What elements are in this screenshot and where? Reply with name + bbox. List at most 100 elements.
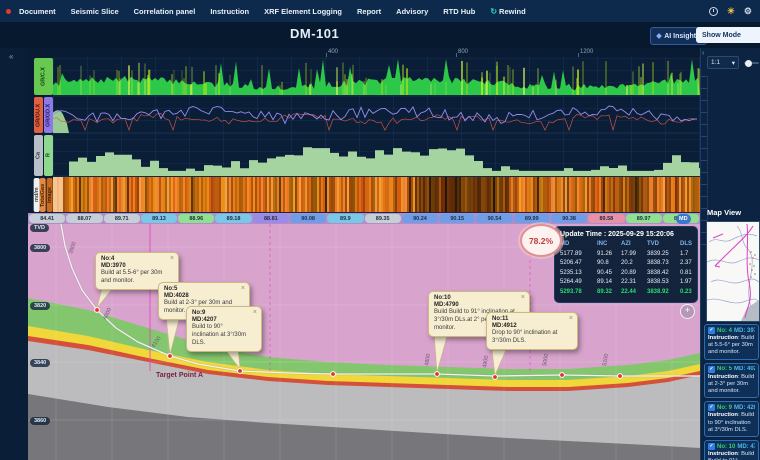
survey-update-panel: Update Time : 2025-09-29 15:20:06 MDINCA… [554,226,698,303]
title-bar: DM-101 AI Insights Show Mode [0,22,760,48]
ruler-tick: 400 [328,48,338,57]
survey-table-header: MDINCAZITVDDLS [560,240,692,250]
close-icon[interactable]: × [253,309,257,316]
track-plot-4 [53,177,700,213]
track-label-gr-gd-x[interactable]: GR/GD.X [44,97,53,133]
md-strip-value: 90.24 [402,214,438,223]
log-track-2: GR/GU.XGR/GD.X [28,96,700,134]
show-mode-button[interactable]: Show Mode [696,27,760,43]
tvd-tick-3860: 3860 [30,417,50,425]
log-track-3: CaR [28,134,700,177]
right-sidebar: ‹ 1:1 ▾ Map View ✓No: 4MD: 3 [700,48,760,460]
tvd-tick-3800: 3800 [30,244,50,252]
menu-icons: ☀ ⚙ [709,7,752,16]
left-rail: « [0,48,29,460]
instruction-card-no-5[interactable]: ✓No: 5MD: 4028Instruction: Build at 2-3°… [704,363,759,399]
survey-row: 5264.4989.1422.313838.531.97 [560,278,692,288]
checkbox-icon[interactable]: ✓ [708,443,715,450]
md-strip-value: 90.08 [290,214,326,223]
close-icon[interactable]: × [170,255,174,262]
menu-item-report[interactable]: Report [357,7,381,16]
zoom-in-button[interactable]: + [680,304,695,319]
tvd-tick-3840: 3840 [30,359,50,367]
ruler-tick: 1200 [580,48,593,57]
menu-item-xrf-element-logging[interactable]: XRF Element Logging [264,7,342,16]
contour-map [707,222,759,321]
track-label-totalgas[interactable]: TotalGas [40,178,46,212]
instruction-list: ✓No: 4MD: 3970Instruction: Build at 5.5-… [704,324,759,460]
sparkle-icon [656,33,662,39]
instruction-card-no-4[interactable]: ✓No: 4MD: 3970Instruction: Build at 5.5-… [704,324,759,360]
menu-item-seismic-slice[interactable]: Seismic Slice [71,7,119,16]
checkbox-icon[interactable]: ✓ [708,404,715,411]
close-icon[interactable]: × [241,285,245,292]
menu-item-rewind[interactable]: ↻Rewind [490,7,525,16]
annotation-no-9[interactable]: ×No:9MD:4207Build to 90° inclination at … [186,306,262,352]
md-strip-value: 90.54 [476,214,512,223]
checkbox-icon[interactable]: ✓ [708,366,715,373]
scale-select[interactable]: 1:1 ▾ [707,56,739,69]
menu-item-instruction[interactable]: Instruction [210,7,249,16]
track-plot-3 [53,134,700,177]
md-value-strip: 84.4188.0789.7189.1388.9689.1888.8190.08… [28,213,700,224]
collapse-left-icon[interactable]: « [9,52,13,61]
md-strip-value: 89.35 [365,214,401,223]
slider-knob[interactable] [745,60,752,67]
track-plot-2 [53,96,700,134]
collapse-sidebar-icon[interactable]: ‹ [702,50,704,57]
annotation-no-11[interactable]: ×No:11MD:4912Drop to 90° inclination at … [486,312,578,350]
clock-icon[interactable] [709,7,718,16]
chevron-down-icon: ▾ [732,59,735,67]
rewind-icon: ↻ [490,7,497,16]
track-label-gr-gu-x[interactable]: GR/GU.X [34,97,43,133]
md-toggle-button[interactable]: MD [676,214,691,224]
md-strip-value: 88.96 [178,214,214,223]
instruction-card-no-10[interactable]: ✓No: 10MD: 4790Instruction: Build Build … [704,440,759,460]
app-logo-dot [6,9,11,14]
menu-items: Document Seismic Slice Correlation panel In… [19,7,541,16]
survey-row: 5235.1390.4520.893838.420.81 [560,269,692,279]
target-point-label: Target Point A [156,372,203,379]
md-strip-value: 89.71 [104,214,140,223]
track-label-r[interactable]: R [44,135,53,176]
log-track-1: GR/C.X [28,57,700,96]
checkbox-icon[interactable]: ✓ [708,327,715,334]
sun-icon[interactable]: ☀ [727,7,735,16]
track-label-ca[interactable]: Ca [34,135,43,176]
md-strip-value: 89.58 [588,214,624,223]
md-strip-value: 90.38 [551,214,587,223]
track-plot-1 [53,57,700,96]
md-strip-value: 89.9 [327,214,363,223]
track-label-md-m[interactable]: md/m [34,178,40,212]
md-strip-value: 89.18 [215,214,251,223]
md-strip-value: 90.15 [439,214,475,223]
track-label-gr-c-x[interactable]: GR/C.X [34,58,53,95]
menu-item-document[interactable]: Document [19,7,56,16]
probability-gauge: 78.2% [520,224,562,257]
menu-item-advisory[interactable]: Advisory [396,7,428,16]
map-view-title: Map View [707,208,741,217]
gear-icon[interactable]: ⚙ [744,7,752,16]
md-strip-value: 89.13 [141,214,177,223]
log-track-4: md/mTotalGasimage [28,177,700,213]
md-strip-value: 88.81 [253,214,289,223]
survey-row: 5177.8991.2617.993839.251.7 [560,250,692,260]
map-view[interactable] [706,221,760,322]
log-tracks: GR/C.XGR/GU.XGR/GD.XCaRmd/mTotalGasimage [28,57,700,213]
cross-section[interactable]: 3900400041004800490050005100 TVD 3800382… [28,224,700,460]
md-strip-value: 89.97 [626,214,662,223]
menu-bar: Document Seismic Slice Correlation panel In… [0,0,760,22]
app-window: Document Seismic Slice Correlation panel In… [0,0,760,460]
survey-row: 5293.7889.3222.443838.920.23 [560,288,692,298]
menu-item-rtd-hub[interactable]: RTD Hub [443,7,475,16]
survey-row: 5206.4790.820.23838.732.37 [560,259,692,269]
update-time: Update Time : 2025-09-29 15:20:06 [560,231,692,238]
zoom-slider[interactable] [744,62,759,64]
track-label-image[interactable]: image [47,178,53,212]
md-strip-value: 88.07 [66,214,102,223]
close-icon[interactable]: × [521,294,525,301]
menu-item-correlation-panel[interactable]: Correlation panel [134,7,196,16]
md-strip-value: 84.41 [29,214,65,223]
close-icon[interactable]: × [569,315,573,322]
instruction-card-no-9[interactable]: ✓No: 9MD: 4207Instruction: Build to 90° … [704,401,759,437]
